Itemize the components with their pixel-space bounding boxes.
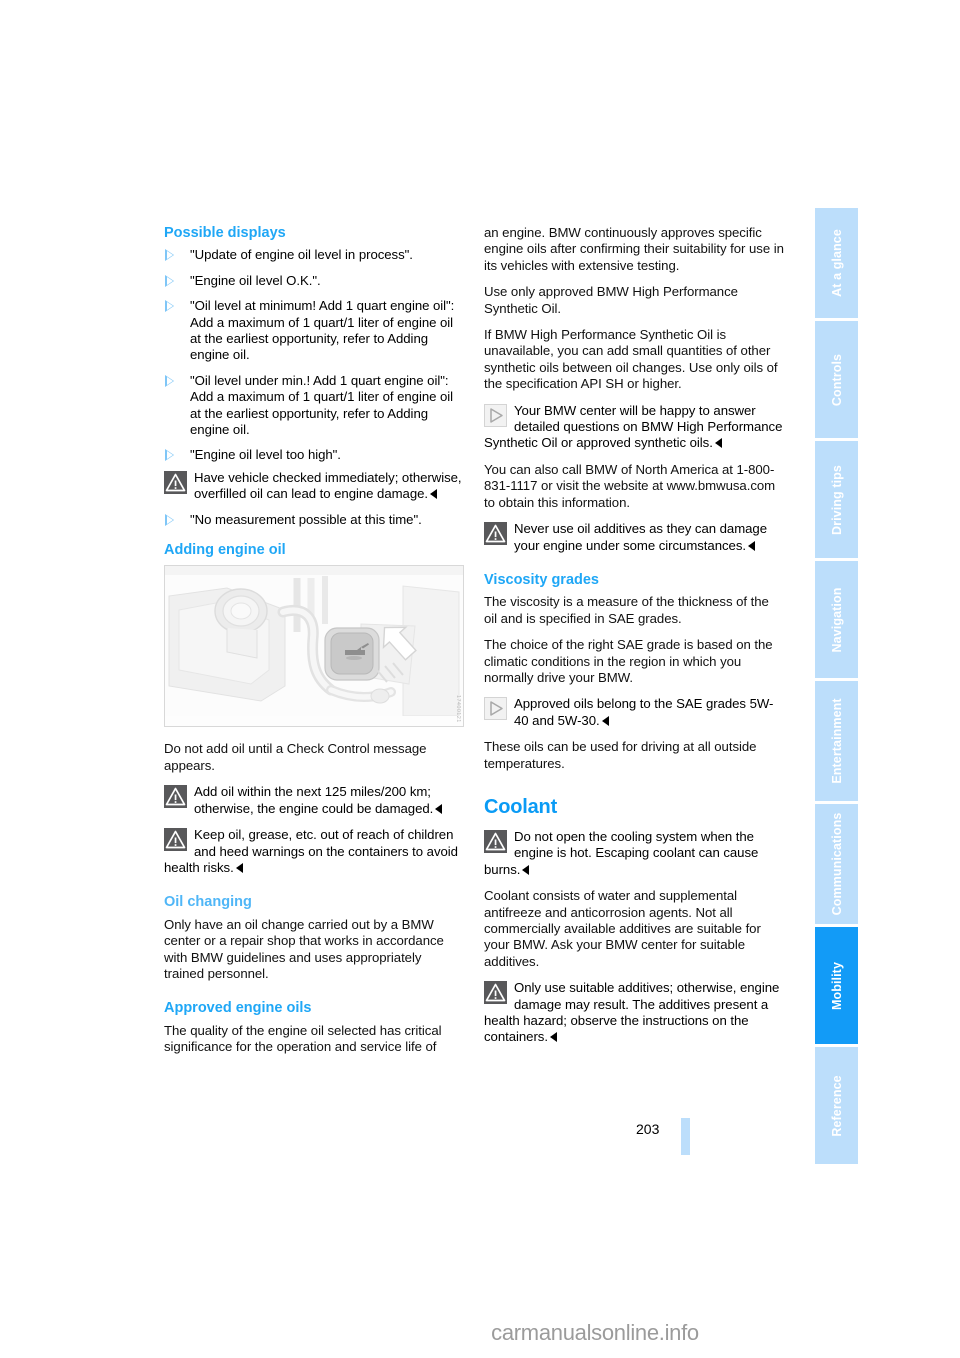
manual-page: Possible displays "Update of engine oil … — [0, 0, 960, 1358]
warning-overfill-text: Have vehicle checked immediately; otherw… — [194, 469, 462, 502]
warning-triangle-icon — [164, 828, 187, 852]
page-number: 203 — [636, 1121, 660, 1137]
end-marker-icon — [435, 803, 443, 814]
para-use-only: Use only approved BMW High Performance S… — [484, 284, 738, 316]
watermark-text: carmanualsonline.info — [491, 1320, 699, 1345]
para-call-bmw: You can also call BMW of North America a… — [484, 461, 776, 510]
heading-coolant: Coolant — [484, 795, 558, 818]
heading-approved-engine-oils: Approved engine oils — [164, 1000, 312, 1017]
list-item-text: "Engine oil level O.K.". — [190, 272, 321, 288]
tab-label: Driving tips — [829, 464, 844, 535]
figure-credit: 17400121 — [455, 694, 461, 723]
site-watermark: carmanualsonline.info — [0, 1320, 960, 1346]
para-coolant-consists: Coolant consists of water and supplement… — [484, 888, 761, 969]
para-all-temps: These oils can be used for driving at al… — [484, 739, 757, 771]
section-tab-rail[interactable]: At a glance Controls Driving tips Navigatio… — [815, 208, 858, 1164]
tab-label: Controls — [829, 353, 844, 406]
tab-communications[interactable]: Communications — [815, 804, 858, 924]
tab-controls[interactable]: Controls — [815, 321, 858, 438]
end-marker-icon — [235, 862, 243, 873]
list-item: "Oil level under min.! Add 1 quart engin… — [164, 373, 464, 439]
list-item: "No measurement possible at this time". — [164, 512, 464, 528]
end-marker-icon — [430, 489, 438, 500]
triangle-bullet-icon — [165, 274, 175, 287]
triangle-bullet-icon — [165, 374, 175, 387]
right-text-column: an engine. BMW continuously approves spe… — [484, 225, 784, 1056]
info-bmw-center-text: Your BMW center will be happy to answer … — [484, 402, 783, 451]
info-sae-grades-text: Approved oils belong to the SAE grades 5… — [514, 696, 774, 728]
para-approved-1: The quality of the engine oil selected h… — [164, 1022, 442, 1055]
warning-add-oil-text: Add oil within the next 125 miles/200 km… — [194, 784, 434, 816]
warning-triangle-icon — [484, 981, 507, 1005]
triangle-bullet-icon — [165, 513, 175, 526]
para-check-control: Do not add oil until a Check Control mes… — [164, 741, 427, 773]
info-triangle-icon — [484, 403, 507, 427]
end-marker-icon — [714, 438, 722, 449]
end-marker-icon — [522, 864, 530, 875]
info-triangle-icon — [484, 697, 507, 721]
tab-mobility[interactable]: Mobility — [815, 927, 858, 1044]
para-viscosity-1: The viscosity is a measure of the thickn… — [484, 594, 769, 626]
warning-triangle-icon — [484, 522, 507, 546]
warning-cooling-system-notice: Do not open the cooling system when the … — [484, 829, 784, 878]
list-item: "Update of engine oil level in process". — [164, 247, 464, 263]
warning-triangle-icon — [164, 785, 187, 809]
end-marker-icon — [549, 1032, 557, 1043]
tab-label: Communications — [829, 812, 844, 916]
list-item-text: "Oil level under min.! Add 1 quart engin… — [190, 372, 454, 438]
triangle-bullet-icon — [165, 300, 175, 313]
para-oil-changing: Only have an oil change carried out by a… — [164, 916, 444, 981]
warning-additives-notice: Never use oil additives as they can dama… — [484, 521, 784, 554]
heading-oil-changing: Oil changing — [164, 894, 252, 911]
tab-label: Entertainment — [829, 698, 844, 784]
para-if-unavailable: If BMW High Performance Synthetic Oil is… — [484, 327, 778, 392]
list-item: "Engine oil level too high". Have vehicl… — [164, 447, 464, 502]
list-item-text: "Update of engine oil level in process". — [190, 247, 413, 263]
warning-keep-oil-notice: Keep oil, grease, etc. out of reach of c… — [164, 827, 464, 876]
list-item-text: "Engine oil level too high". — [190, 447, 341, 463]
para-approved-2: an engine. BMW continuously approves spe… — [484, 225, 784, 273]
warning-additives-text: Never use oil additives as they can dama… — [514, 521, 768, 553]
warning-suitable-additives-notice: Only use suitable additives; otherwise, … — [484, 980, 784, 1046]
heading-adding-engine-oil: Adding engine oil — [164, 542, 286, 559]
warning-triangle-icon — [164, 470, 187, 494]
list-item: "Oil level at minimum! Add 1 quart engin… — [164, 298, 464, 364]
tab-at-a-glance[interactable]: At a glance — [815, 208, 858, 318]
warning-suitable-additives-text: Only use suitable additives; otherwise, … — [484, 980, 780, 1045]
tab-label: Reference — [829, 1074, 844, 1137]
tab-navigation[interactable]: Navigation — [815, 561, 858, 678]
warning-add-oil-notice: Add oil within the next 125 miles/200 km… — [164, 784, 464, 817]
heading-viscosity-grades: Viscosity grades — [484, 571, 599, 588]
warning-overfill-notice: Have vehicle checked immediately; otherw… — [164, 470, 464, 503]
tab-label: Mobility — [829, 961, 844, 1010]
tab-label: At a glance — [829, 229, 844, 297]
tab-entertainment[interactable]: Entertainment — [815, 681, 858, 801]
engine-bay-drawing — [165, 566, 463, 727]
page-number-bar — [681, 1118, 690, 1155]
warning-triangle-icon — [484, 829, 507, 853]
end-marker-icon — [747, 540, 755, 551]
tab-label: Navigation — [829, 587, 844, 652]
left-text-column: Possible displays "Update of engine oil … — [164, 225, 464, 1066]
heading-possible-displays: Possible displays — [164, 225, 286, 241]
list-item-text: "No measurement possible at this time". — [190, 511, 422, 527]
triangle-bullet-icon — [165, 249, 175, 262]
tab-reference[interactable]: Reference — [815, 1047, 858, 1164]
list-item-text: "Oil level at minimum! Add 1 quart engin… — [190, 298, 455, 363]
end-marker-icon — [601, 715, 609, 726]
possible-displays-list: "Update of engine oil level in process".… — [164, 247, 464, 528]
list-item: "Engine oil level O.K.". — [164, 273, 464, 289]
info-sae-grades-notice: Approved oils belong to the SAE grades 5… — [484, 696, 784, 729]
para-viscosity-2: The choice of the right SAE grade is bas… — [484, 637, 773, 685]
triangle-bullet-icon — [165, 449, 175, 462]
warning-keep-oil-text: Keep oil, grease, etc. out of reach of c… — [164, 827, 458, 875]
engine-oil-filler-illustration: 17400121 — [164, 565, 464, 728]
tab-driving-tips[interactable]: Driving tips — [815, 441, 858, 558]
info-bmw-center-notice: Your BMW center will be happy to answer … — [484, 403, 784, 452]
